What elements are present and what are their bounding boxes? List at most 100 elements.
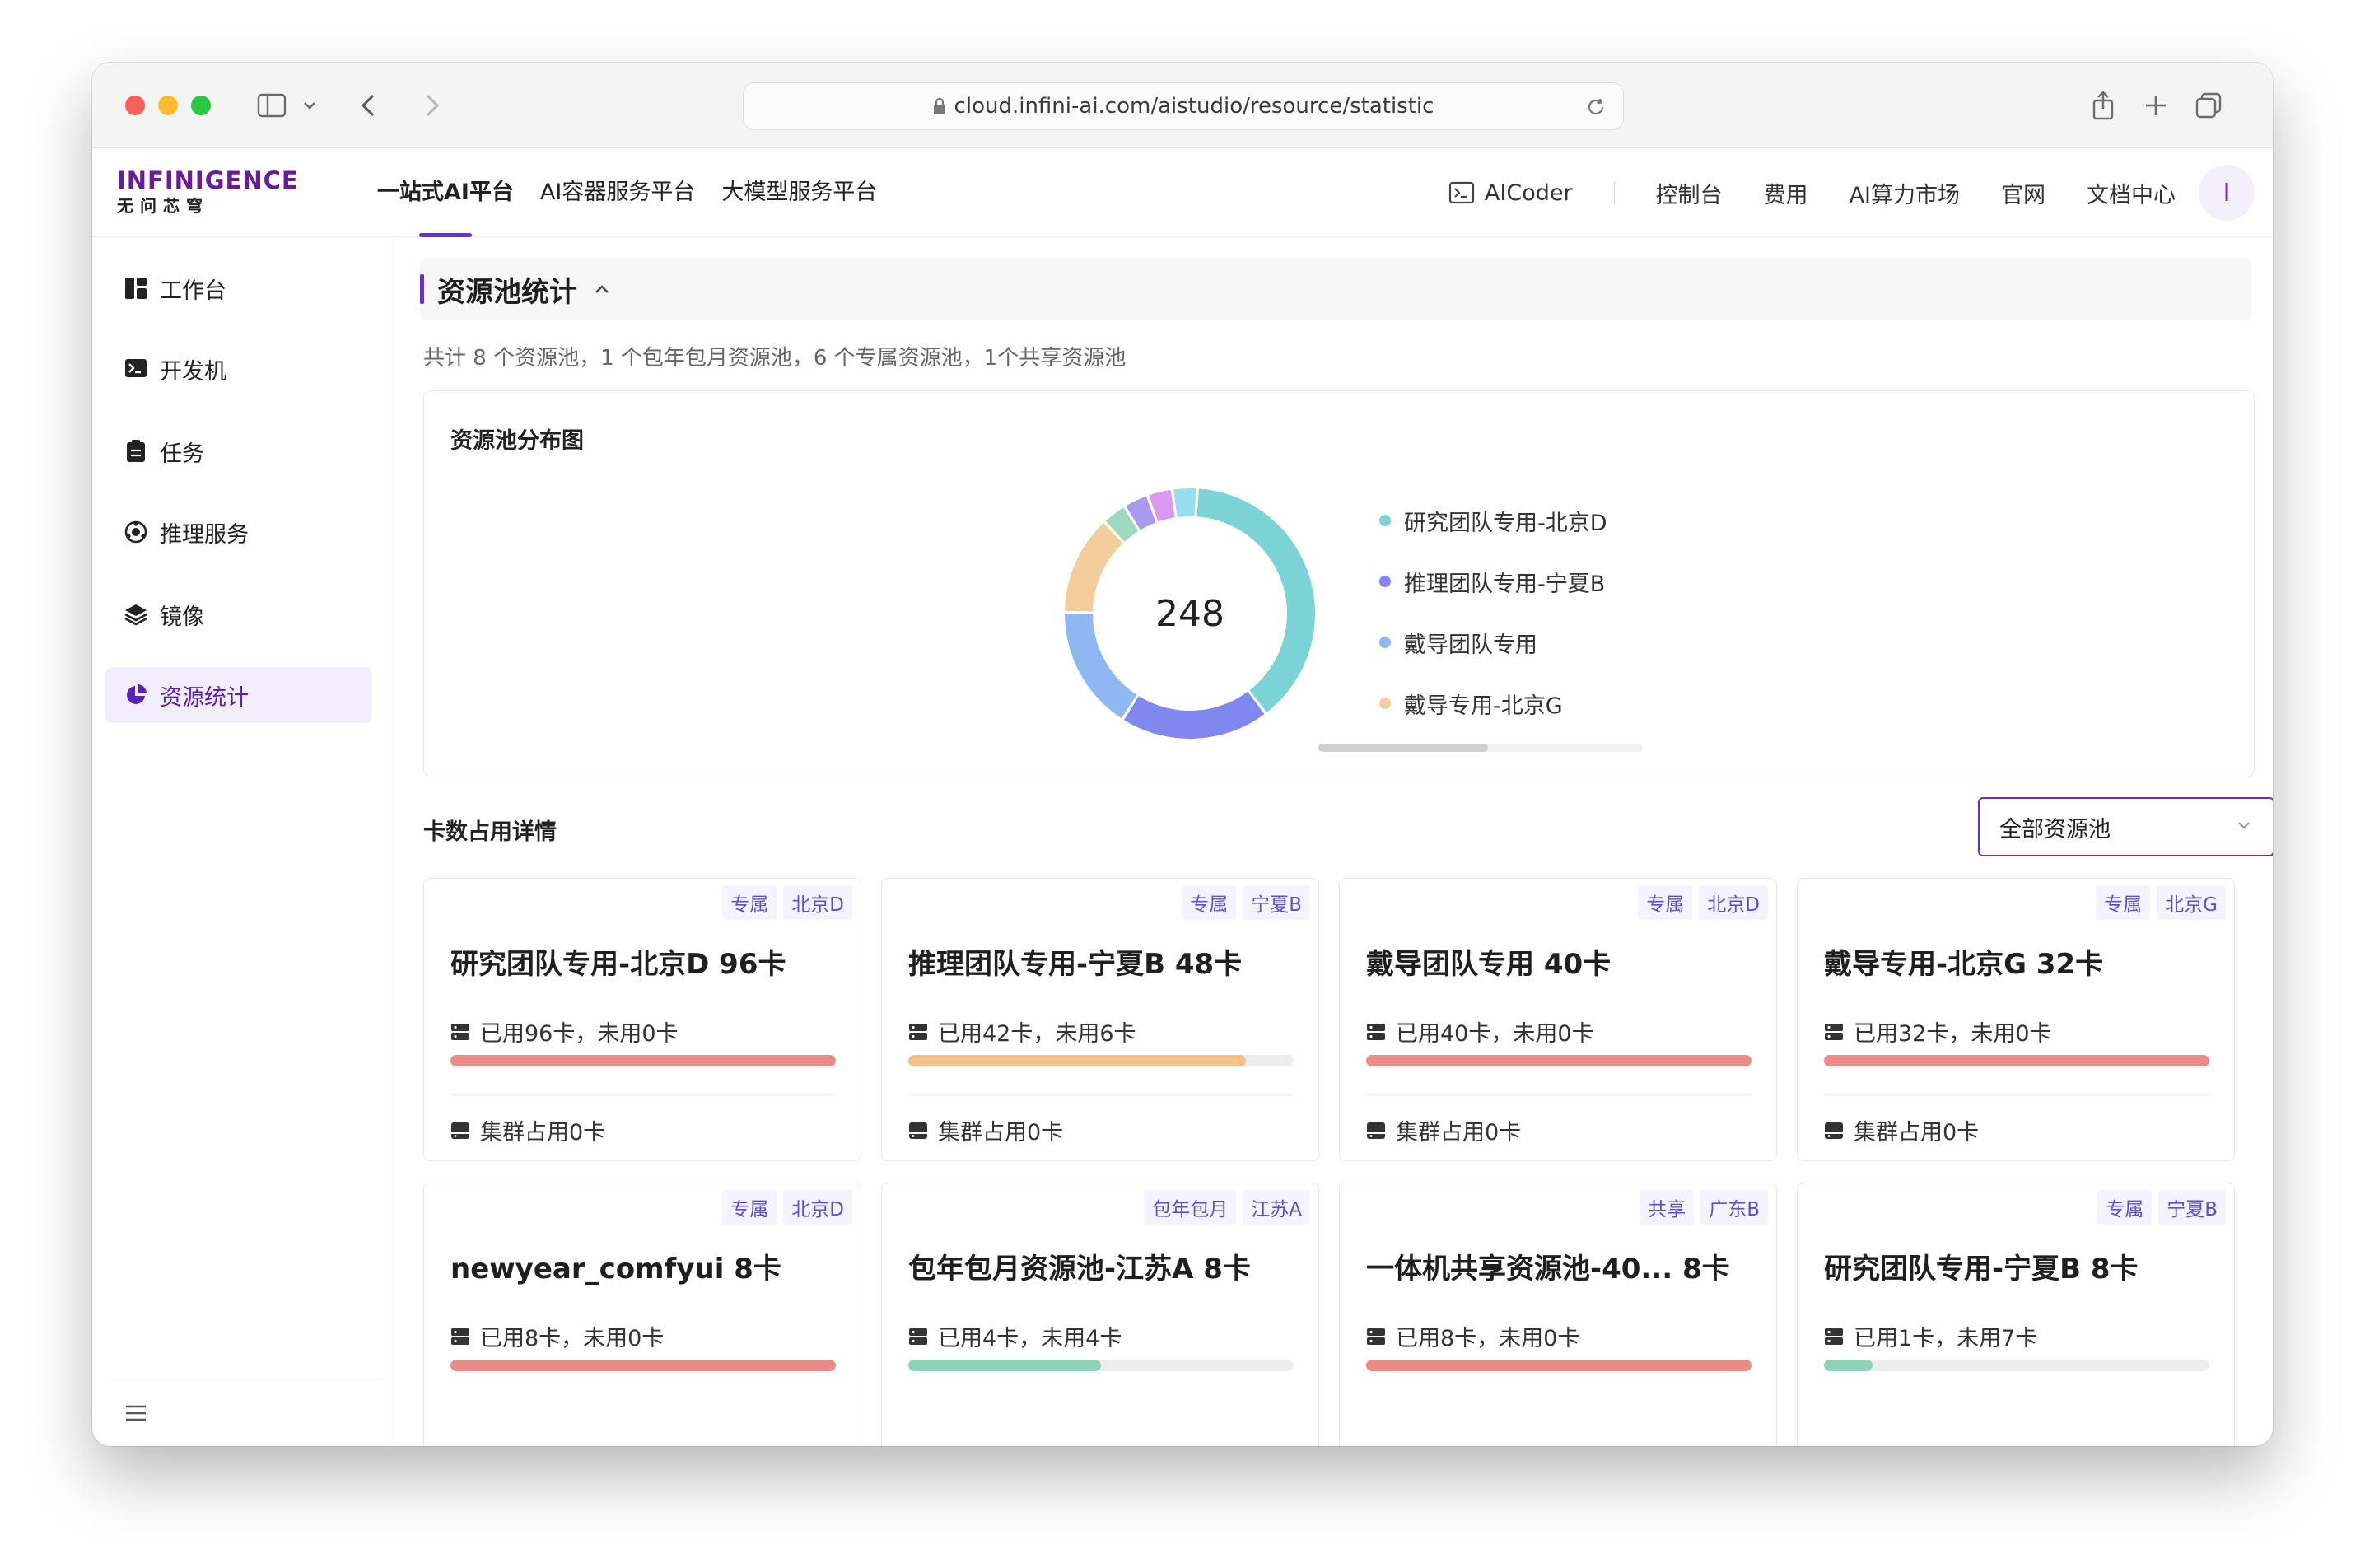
platform-tab-one-stop[interactable]: 一站式AI平台 (364, 148, 527, 237)
legend-scroll-thumb[interactable] (1318, 744, 1488, 752)
pool-card[interactable]: 专属 宁夏B 推理团队专用-宁夏B 48卡 已用42卡，未用6卡 集群占用0卡 (881, 878, 1319, 1161)
cluster-usage: 集群占用0卡 (450, 1114, 605, 1146)
new-tab-icon[interactable] (2139, 84, 2172, 127)
pool-title: 推理团队专用-宁夏B 48卡 (908, 948, 1243, 981)
sidebar-item-label: 推理服务 (160, 521, 249, 548)
server-icon (1824, 1328, 1844, 1346)
pool-tag: 北京G (2157, 885, 2226, 920)
legend-item[interactable]: 推理团队专用-宁夏B (1379, 551, 1607, 612)
sidebar-item-label: 任务 (160, 441, 204, 467)
share-icon[interactable] (2087, 84, 2120, 127)
usage-progress-fill (1824, 1360, 1873, 1371)
pool-card[interactable]: 专属 北京D 研究团队专用-北京D 96卡 已用96卡，未用0卡 集群占用0卡 (423, 878, 861, 1161)
legend-label: 戴导团队专用 (1404, 632, 1537, 658)
server-icon (450, 1328, 470, 1346)
logo-subtext: 无问芯穹 (117, 196, 209, 216)
legend-item[interactable]: 戴导专用-北京G (1379, 673, 1607, 734)
site-link[interactable]: 官网 (2001, 177, 2045, 209)
console-link[interactable]: 控制台 (1656, 177, 1723, 209)
pool-title: 包年包月资源池-江苏A 8卡 (908, 1253, 1251, 1286)
legend-item[interactable]: 戴导团队专用 (1379, 612, 1607, 673)
forward-icon[interactable] (418, 84, 446, 127)
sidebar-item-devmachine[interactable]: 开发机 (105, 341, 372, 397)
sidebar-item-label: 开发机 (160, 358, 226, 385)
terminal-icon (1448, 181, 1475, 204)
pool-card[interactable]: 专属 北京D 戴导团队专用 40卡 已用40卡，未用0卡 集群占用0卡 (1339, 878, 1777, 1161)
server-icon (1824, 1023, 1844, 1041)
pool-card[interactable]: 包年包月 江苏A 包年包月资源池-江苏A 8卡 已用4卡，未用4卡 (881, 1183, 1319, 1446)
menu-icon[interactable] (125, 1404, 147, 1422)
card-divider (450, 1094, 836, 1095)
cluster-usage: 集群占用0卡 (908, 1114, 1063, 1146)
sidebar-collapse[interactable] (105, 1379, 385, 1446)
chevron-up-icon[interactable] (594, 283, 610, 295)
user-avatar[interactable]: I (2199, 165, 2255, 221)
pool-filter-value: 全部资源池 (1999, 816, 2111, 842)
legend-scrollbar[interactable] (1318, 744, 1643, 752)
platform-tab-container[interactable]: AI容器服务平台 (527, 148, 708, 237)
sidebar-item-resource-stats[interactable]: 资源统计 (105, 667, 372, 723)
legend-item[interactable]: 研究团队专用-北京D (1379, 490, 1607, 551)
usage-progress-bar (450, 1055, 836, 1066)
pool-card[interactable]: 专属 北京D newyear_comfyui 8卡 已用8卡，未用0卡 (423, 1183, 861, 1446)
address-bar[interactable]: cloud.infini-ai.com/aistudio/resource/st… (743, 82, 1624, 130)
sidebar-item-label: 资源统计 (160, 684, 249, 711)
pool-tag: 专属 (2097, 1190, 2153, 1225)
usage-progress-fill (1366, 1055, 1752, 1066)
platform-tab-llm[interactable]: 大模型服务平台 (708, 148, 890, 237)
cluster-usage-text: 集群占用0卡 (480, 1120, 606, 1146)
sidebar-item-workbench[interactable]: 工作台 (105, 260, 372, 316)
pool-tag: 北京D (1699, 885, 1768, 920)
billing-link[interactable]: 费用 (1764, 177, 1808, 209)
cluster-icon (908, 1122, 928, 1140)
sidebar-item-inference[interactable]: 推理服务 (105, 504, 372, 560)
pool-filter-select[interactable]: 全部资源池 (1978, 797, 2273, 856)
usage-progress-bar (450, 1360, 836, 1371)
zoom-window-button[interactable] (191, 96, 211, 115)
nav-divider (1613, 181, 1615, 204)
usage-progress-bar (1366, 1360, 1752, 1371)
close-window-button[interactable] (125, 96, 145, 115)
aicoder-link[interactable]: AICoder (1448, 180, 1573, 206)
usage-progress-bar (1366, 1055, 1752, 1066)
pool-tag: 专属 (1182, 885, 1237, 920)
infinigence-logo[interactable]: INFINIGENCE 无问芯穹 (117, 166, 299, 217)
pool-summary: 共计 8 个资源池，1 个包年包月资源池，6 个专属资源池，1个共享资源池 (423, 346, 1127, 371)
pool-tags: 专属 北京D (716, 885, 852, 920)
pool-tag: 专属 (2096, 885, 2151, 920)
pool-tag: 宁夏B (2158, 1190, 2226, 1225)
pool-usage: 已用40卡，未用0卡 (1366, 1015, 1594, 1048)
card-divider (1824, 1094, 2209, 1095)
sidebar-item-images[interactable]: 镜像 (105, 586, 372, 642)
header-right-nav: AICoder 控制台 费用 AI算力市场 官网 文档中心 I (1448, 148, 2273, 237)
pool-title: 一体机共享资源池-40... 8卡 (1366, 1253, 1730, 1286)
chevron-down-icon[interactable] (300, 84, 320, 127)
aicoder-label: AICoder (1484, 180, 1573, 206)
server-icon (450, 1023, 470, 1041)
usage-progress-fill (450, 1360, 836, 1371)
pool-title: newyear_comfyui 8卡 (450, 1253, 781, 1286)
sidebar-toggle-icon[interactable] (254, 84, 290, 127)
reload-icon[interactable] (1585, 96, 1607, 118)
pool-card[interactable]: 专属 宁夏B 研究团队专用-宁夏B 8卡 已用1卡，未用7卡 (1797, 1183, 2235, 1446)
legend-label: 戴导专用-北京G (1404, 693, 1563, 719)
tab-overview-icon[interactable] (2190, 84, 2227, 127)
pool-title: 戴导专用-北京G 32卡 (1824, 948, 2104, 981)
pool-usage: 已用8卡，未用0卡 (1366, 1320, 1579, 1352)
pool-card[interactable]: 共享 广东B 一体机共享资源池-40... 8卡 已用8卡，未用0卡 (1339, 1183, 1777, 1446)
market-link[interactable]: AI算力市场 (1850, 177, 1960, 209)
sidebar-item-tasks[interactable]: 任务 (105, 423, 372, 479)
terminal-icon (124, 357, 148, 381)
pool-card[interactable]: 专属 北京G 戴导专用-北京G 32卡 已用32卡，未用0卡 集群占用0卡 (1797, 878, 2235, 1161)
pool-usage-text: 已用4卡，未用4卡 (938, 1326, 1122, 1351)
server-icon (908, 1023, 928, 1041)
pool-tags: 专属 北京D (716, 1190, 852, 1225)
usage-progress-bar (908, 1360, 1294, 1371)
pool-usage-text: 已用1卡，未用7卡 (1854, 1326, 2038, 1351)
minimize-window-button[interactable] (158, 96, 178, 115)
pool-tag: 江苏A (1243, 1190, 1310, 1225)
back-icon[interactable] (354, 84, 382, 127)
server-icon (1366, 1023, 1386, 1041)
legend-dot (1379, 576, 1391, 587)
docs-link[interactable]: 文档中心 (2087, 177, 2176, 209)
